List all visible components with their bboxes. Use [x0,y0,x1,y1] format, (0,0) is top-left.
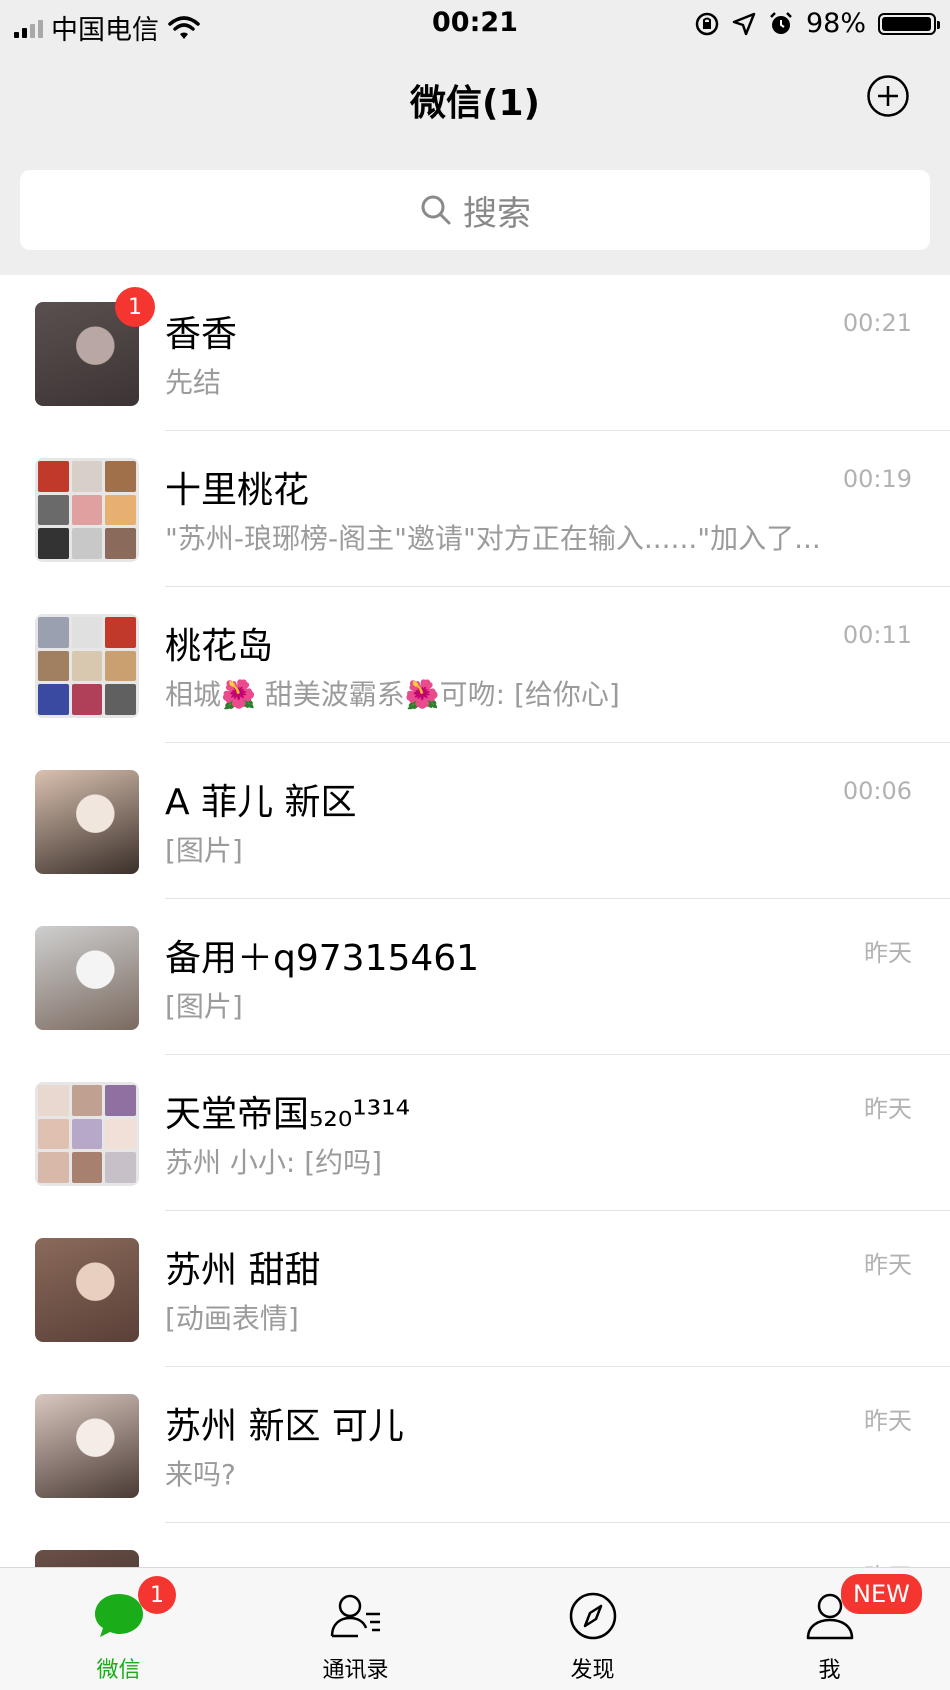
chat-preview: [图片] [165,990,243,1023]
nav-bar: 微信(1) [0,48,950,144]
plus-circle-icon[interactable] [866,74,910,118]
tab-contacts[interactable]: 通讯录 [237,1568,474,1690]
battery-icon [878,12,940,35]
chat-name: 苏州 新区 可儿 [165,1406,404,1447]
tab-chats[interactable]: 1 微信 [0,1568,237,1690]
tab-discover-label: 发现 [570,1658,615,1683]
avatar[interactable] [35,1394,139,1498]
unread-badge: 1 [115,287,155,327]
tab-me[interactable]: NEW 我 [711,1568,948,1690]
chat-list-item[interactable]: 苏州 甜甜 [动画表情] 昨天 [0,1211,950,1367]
chat-name: 十里桃花 [165,470,310,511]
contacts-icon [330,1594,380,1638]
avatar[interactable] [35,926,139,1030]
chat-time: 00:06 [842,777,912,805]
chat-list-item[interactable]: 天堂帝国₅₂₀¹³¹⁴ 苏州 小小: [约吗] 昨天 [0,1055,950,1211]
battery-percent: 98% [805,8,866,39]
chat-name: 苏州 甜甜 [165,1250,321,1291]
tab-chats-label: 微信 [96,1658,141,1683]
chat-name: 桃花岛 [165,626,274,667]
avatar[interactable] [35,1550,139,1567]
location-icon [732,12,756,35]
chat-time: 昨天 [864,1557,912,1567]
chat-name: A 菲儿 新区 [165,782,357,823]
tab-discover[interactable]: 发现 [474,1568,711,1690]
chat-list-item[interactable]: 备用＋q97315461 [图片] 昨天 [0,899,950,1055]
compass-icon [569,1592,616,1640]
search-icon [421,195,451,225]
chat-preview: 苏州 小小: [约吗] [165,1146,383,1179]
chat-list-item[interactable]: 1 香香先结 00:21 [0,275,950,431]
tab-chats-badge: 1 [138,1576,176,1614]
chat-time: 昨天 [864,1407,912,1435]
chat-time: 昨天 [864,1095,912,1123]
avatar[interactable] [35,458,139,562]
search-placeholder: 搜索 [463,193,531,234]
orientation-lock-icon [695,12,719,35]
page-title: 微信(1) [410,83,540,124]
chat-name: 备用＋q97315461 [165,938,480,979]
avatar[interactable] [35,614,139,718]
chat-preview: 来吗? [165,1458,236,1491]
tab-contacts-label: 通讯录 [322,1658,389,1683]
tab-me-new-badge: NEW [841,1574,922,1614]
battery-fill [882,16,931,31]
chat-name: 天堂帝国₅₂₀¹³¹⁴ [165,1094,411,1135]
chat-time: 00:21 [842,309,912,337]
chat-list-item[interactable]: 苏州 新区 可儿来吗? 昨天 [0,1367,950,1523]
chat-list-item[interactable]: 桃花岛相城🌺 甜美波霸系🌺可吻: [给你心] 00:11 [0,587,950,743]
avatar[interactable] [35,770,139,874]
status-right: 98% [694,8,940,39]
chat-preview: [动画表情] [165,1302,299,1335]
chat-preview: 相城🌺 甜美波霸系🌺可吻: [给你心] [165,678,620,711]
tab-me-label: 我 [818,1658,841,1683]
chat-preview: 先结 [165,366,222,399]
chat-list-item[interactable]: 十里桃花 "苏州-琅琊榜-阁主"邀请"对方正在输入......"加入了... 00:… [0,431,950,587]
chat-time: 昨天 [864,1251,912,1279]
chat-time: 昨天 [864,939,912,967]
tab-bar: 1 微信 通讯录 发现 NEW 我 [0,1567,950,1690]
status-bar: 中国电信 00:21 98% [0,0,950,48]
chat-time: 00:11 [842,621,912,649]
avatar[interactable] [35,1082,139,1186]
alarm-icon [770,11,792,34]
search-input[interactable]: 搜索 [20,170,930,250]
chat-time: 00:19 [842,465,912,493]
avatar[interactable] [35,1238,139,1342]
chat-preview: "苏州-琅琊榜-阁主"邀请"对方正在输入......"加入了... [165,522,821,555]
chat-name: 香香 [165,314,238,355]
chat-list: 1 香香先结 00:21 十里桃花 "苏州-琅琊榜-阁主"邀请"对方正在输入......… [0,275,950,1567]
chat-list-item[interactable]: A 菲儿 新区 [图片] 00:06 [0,743,950,899]
chat-preview: [图片] [165,834,243,867]
search-area: 搜索 [0,144,950,275]
chat-list-item[interactable]: 昨天 [0,1523,950,1567]
